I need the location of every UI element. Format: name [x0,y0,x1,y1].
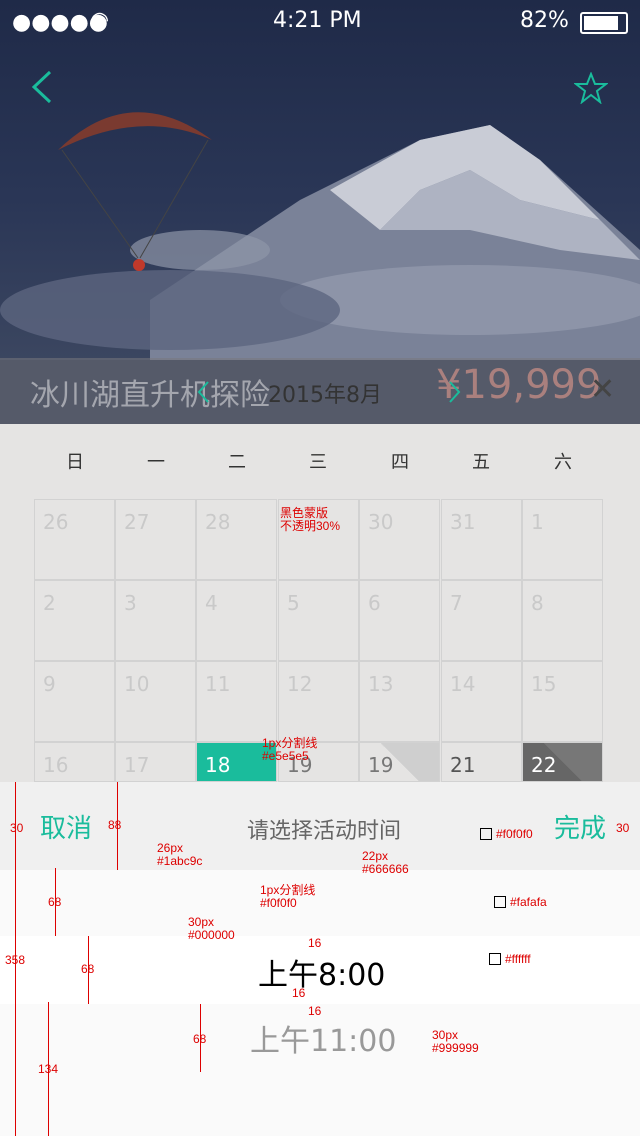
picker-title: 请选择活动时间 [247,819,402,844]
calendar-day[interactable]: 1 [522,499,603,580]
calendar-day[interactable]: 5 [278,580,359,661]
dimension-label: 16 [292,986,306,1000]
done-button[interactable]: 完成 [554,808,606,845]
calendar-day[interactable]: 30 [359,499,440,580]
calendar-day[interactable]: 11 [196,661,277,742]
annotation-cancel-spec: 26px #1abc9c [157,841,203,868]
star-favorite-icon[interactable] [574,72,608,104]
weekday-label: 二 [228,452,246,473]
calendar-day[interactable]: 8 [522,580,603,661]
time-option-selected[interactable]: 上午8:00 [258,950,385,994]
wifi-icon: ◠ [90,8,110,33]
calendar-day[interactable]: 21 [441,742,522,782]
annotation-divider2: 1px分割线 #f0f0f0 [260,883,316,910]
swatch-box [480,828,492,840]
dimension-label: 88 [108,818,122,832]
swatch-box [494,896,506,908]
dimension-label: 68 [48,895,62,909]
calendar-day[interactable]: 27 [115,499,196,580]
cancel-button[interactable]: 取消 [40,808,92,845]
calendar-day[interactable]: 13 [359,661,440,742]
calendar-day[interactable]: 3 [115,580,196,661]
hero-photo [0,0,640,360]
calendar-day[interactable]: 12 [278,661,359,742]
weekday-label: 四 [391,452,409,473]
calendar-day[interactable]: 15 [522,661,603,742]
dimension-label: 16 [308,1004,322,1018]
battery-icon [580,12,628,34]
weekday-label: 三 [309,452,327,473]
annotation-title-spec: 22px #666666 [362,849,409,876]
dimension-label: 30 [616,821,630,835]
swatch-label: #f0f0f0 [496,827,533,841]
dimension-label: 68 [81,962,95,976]
calendar-day[interactable]: 16 [34,742,115,782]
month-label: 2015年8月 [268,383,382,408]
annotation-next-spec: 30px #999999 [432,1028,479,1055]
weekday-label: 六 [554,452,572,473]
calendar-day[interactable]: 10 [115,661,196,742]
close-icon[interactable]: ✕ [590,372,615,407]
weekday-label: 五 [472,452,490,473]
dimension-label: 68 [193,1032,207,1046]
prev-month-icon[interactable] [196,380,210,404]
calendar-day-full[interactable]: 22 [522,742,603,782]
status-time: 4:21 PM [273,8,362,33]
calendar-day[interactable]: 4 [196,580,277,661]
dimension-label: 30 [10,821,24,835]
calendar-day[interactable]: 26 [34,499,115,580]
dimension-label: 134 [38,1062,59,1076]
swatch-label: #ffffff [505,952,531,966]
annotation-divider: 1px分割线 #e5e5e5 [262,736,318,763]
trip-title: 冰川湖直升机探险 [30,378,270,413]
back-arrow-icon[interactable] [30,70,54,104]
time-option[interactable]: 上午11:00 [250,1016,396,1060]
calendar-day[interactable]: 28 [196,499,277,580]
calendar-day[interactable]: 9 [34,661,115,742]
next-month-icon[interactable] [448,380,462,404]
dimension-label: 358 [5,953,26,967]
weekday-label: 日 [66,452,84,473]
calendar-day[interactable]: 14 [441,661,522,742]
swatch-label: #fafafa [510,895,547,909]
mountain-illustration [0,112,640,360]
calendar-day[interactable]: 7 [441,580,522,661]
calendar-day[interactable]: 2 [34,580,115,661]
weekday-label: 一 [147,452,165,473]
calendar-day[interactable]: 31 [441,499,522,580]
dimension-label: 16 [308,936,322,950]
annotation-mask: 黑色蒙版 不透明30% [280,506,341,533]
calendar-day[interactable]: 17 [115,742,196,782]
calendar-day-partial[interactable]: 19 [359,742,440,782]
battery-percent: 82% [520,8,569,33]
calendar-day[interactable]: 6 [359,580,440,661]
swatch-box [489,953,501,965]
annotation-selected-spec: 30px #000000 [188,915,235,942]
